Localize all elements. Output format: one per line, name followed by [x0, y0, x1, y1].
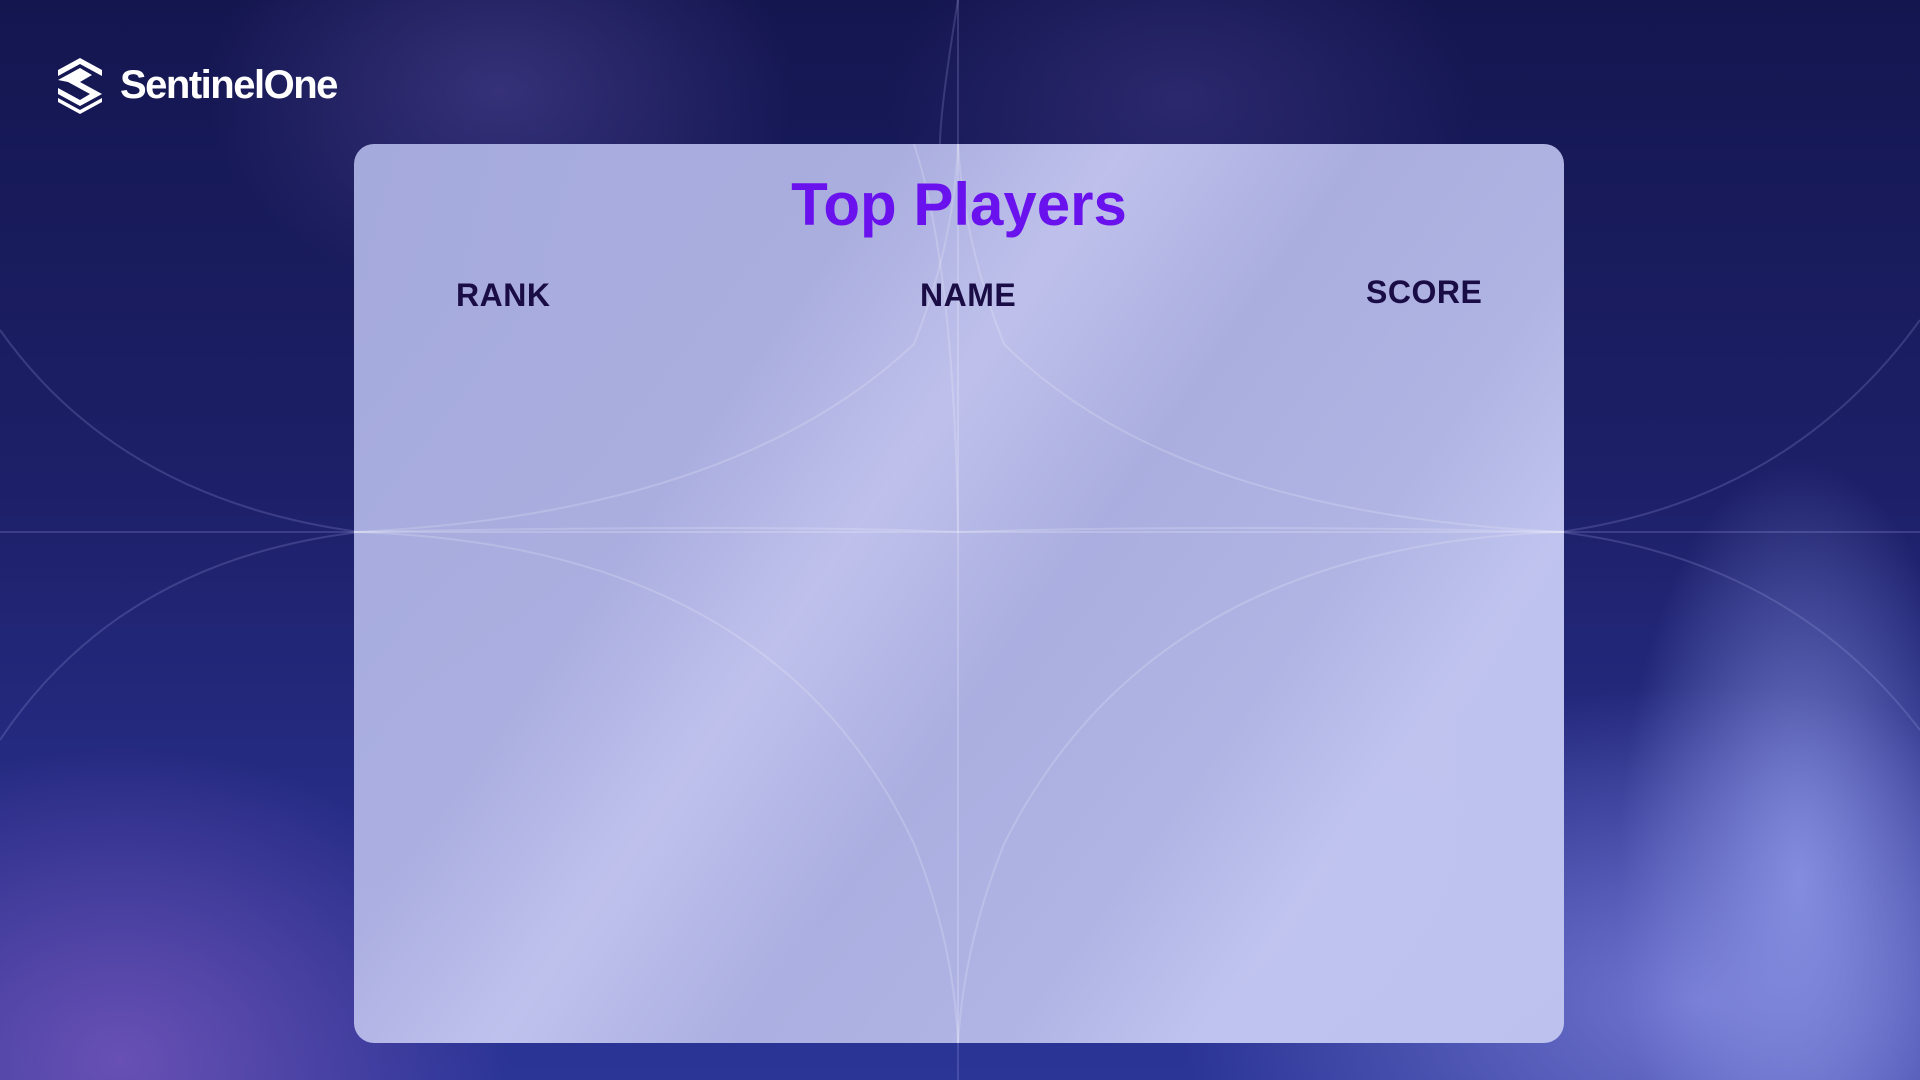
- leaderboard-panel: Top Players RANK NAME SCORE: [354, 144, 1564, 1043]
- column-header-score: SCORE: [1366, 274, 1483, 310]
- leaderboard-title: Top Players: [791, 171, 1127, 238]
- sentinelone-logo: SentinelOne: [56, 56, 338, 114]
- column-header-name: NAME: [920, 277, 1017, 313]
- sentinelone-logo-icon: [58, 58, 102, 114]
- brand-name: SentinelOne: [120, 63, 338, 107]
- column-header-rank: RANK: [456, 277, 551, 313]
